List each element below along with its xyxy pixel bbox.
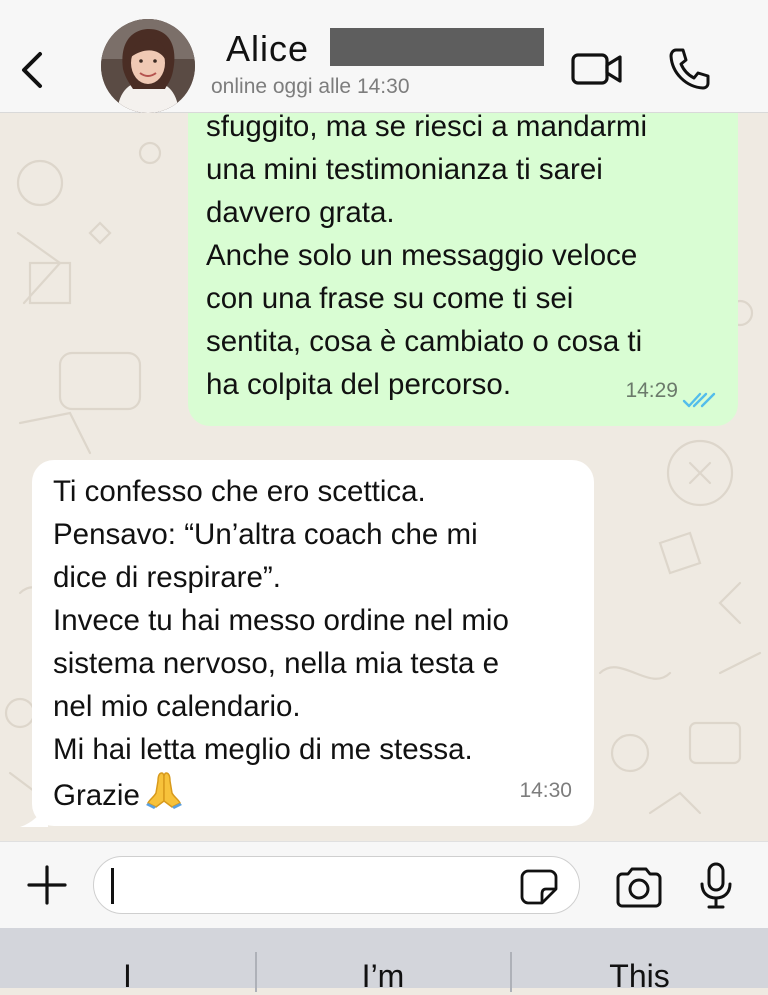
phone-icon bbox=[669, 48, 710, 90]
message-time: 14:30 bbox=[519, 779, 572, 802]
read-receipt-icon bbox=[682, 392, 716, 408]
plus-icon bbox=[27, 865, 67, 905]
chevron-left-icon bbox=[22, 52, 42, 88]
suggestion-2[interactable]: I’m bbox=[256, 958, 510, 995]
camera-button[interactable] bbox=[614, 866, 664, 908]
message-input[interactable] bbox=[93, 856, 580, 914]
chat-header: Alice online oggi alle 14:30 bbox=[0, 0, 768, 113]
incoming-message[interactable]: Ti confesso che ero scettica. Pensavo: “… bbox=[32, 460, 594, 826]
video-camera-icon bbox=[571, 53, 622, 85]
voice-message-button[interactable] bbox=[698, 862, 734, 910]
sticker-icon bbox=[520, 869, 558, 905]
sticker-button[interactable] bbox=[520, 869, 558, 905]
message-text: Ti confesso che ero scettica. Pensavo: “… bbox=[53, 470, 583, 821]
avatar[interactable] bbox=[101, 19, 195, 113]
outgoing-message[interactable]: sfuggito, ma se riesci a mandarmi una mi… bbox=[188, 113, 738, 426]
chat-area[interactable]: sfuggito, ma se riesci a mandarmi una mi… bbox=[0, 113, 768, 841]
text-caret bbox=[111, 868, 114, 904]
last-seen-status: online oggi alle 14:30 bbox=[211, 75, 410, 98]
redacted-surname-block bbox=[330, 28, 544, 66]
message-body: Ti confesso che ero scettica. Pensavo: “… bbox=[53, 475, 509, 812]
microphone-icon bbox=[700, 862, 732, 909]
message-time: 14:29 bbox=[625, 379, 678, 402]
suggestion-3[interactable]: This bbox=[511, 958, 768, 995]
camera-icon bbox=[616, 867, 662, 908]
message-text: sfuggito, ma se riesci a mandarmi una mi… bbox=[206, 113, 648, 401]
attach-button[interactable] bbox=[26, 864, 68, 906]
contact-name[interactable]: Alice bbox=[226, 28, 309, 70]
keyboard-suggestion-bar: I I’m This bbox=[0, 928, 768, 994]
voice-call-button[interactable] bbox=[666, 46, 712, 92]
folded-hands-emoji-icon bbox=[144, 771, 184, 821]
suggestion-1[interactable]: I bbox=[0, 958, 255, 995]
video-call-button[interactable] bbox=[570, 50, 624, 88]
back-button[interactable] bbox=[14, 48, 50, 92]
composer-bar bbox=[0, 841, 768, 929]
